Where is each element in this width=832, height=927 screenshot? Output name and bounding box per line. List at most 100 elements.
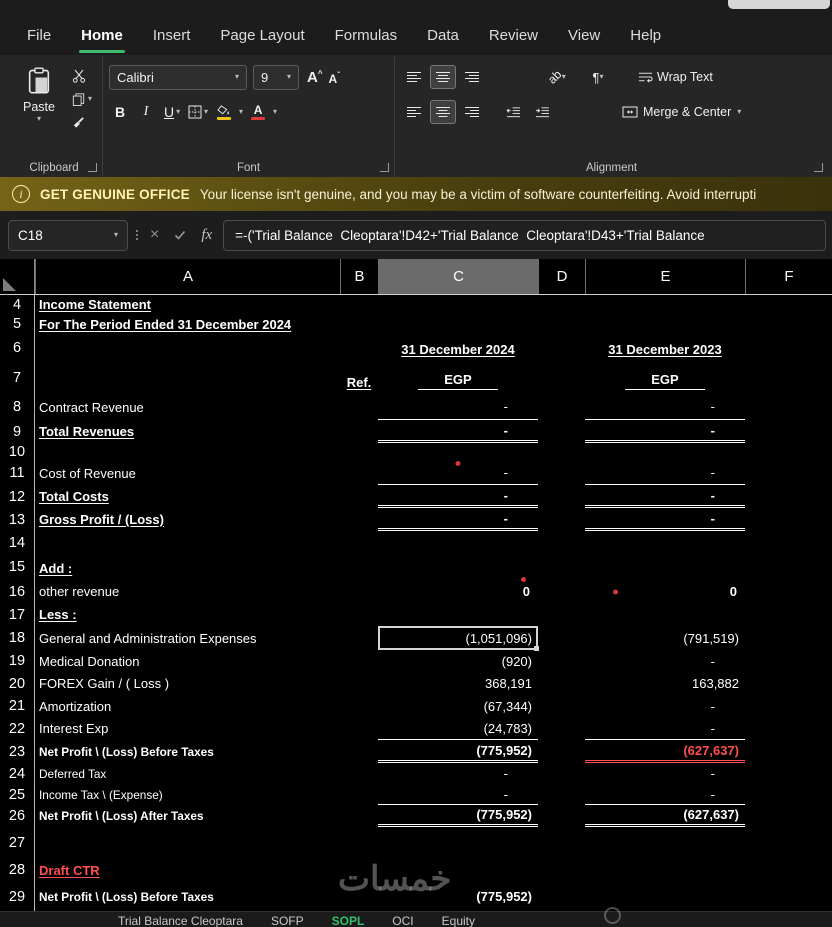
cell-E10[interactable] (585, 443, 745, 461)
cell-C14[interactable] (378, 531, 538, 554)
borders-button[interactable]: ▾ (187, 99, 209, 125)
cell-D8[interactable] (538, 394, 585, 420)
cell-E22[interactable]: - (585, 717, 745, 740)
cell-B28[interactable] (340, 858, 378, 882)
font-color-button[interactable]: A (247, 99, 269, 125)
column-header-c[interactable]: C (378, 259, 538, 294)
cell-E7[interactable]: EGP (585, 361, 745, 394)
cell-E5[interactable] (585, 314, 745, 334)
cell-D28[interactable] (538, 858, 585, 882)
cell-F26[interactable] (745, 805, 832, 827)
cell-B22[interactable] (340, 717, 378, 740)
cell-A20[interactable]: FOREX Gain / ( Loss ) (35, 672, 340, 695)
row-header-29[interactable]: 29 (0, 882, 35, 911)
cell-E19[interactable]: - (585, 650, 745, 672)
cell-D20[interactable] (538, 672, 585, 695)
cell-E15[interactable] (585, 554, 745, 580)
cell-C15[interactable] (378, 554, 538, 580)
cell-A9[interactable]: Total Revenues (35, 420, 340, 443)
cell-D9[interactable] (538, 420, 585, 443)
row-header-9[interactable]: 9 (0, 420, 35, 443)
cell-A18[interactable]: General and Administration Expenses (35, 626, 340, 650)
row-header-11[interactable]: 11 (0, 461, 35, 485)
cell-F10[interactable] (745, 443, 832, 461)
cell-F13[interactable] (745, 508, 832, 531)
sheet-tab-trial-balance-cleoptara[interactable]: Trial Balance Cleoptara (104, 912, 257, 927)
menu-tab-home[interactable]: Home (66, 22, 138, 53)
row-header-18[interactable]: 18 (0, 626, 35, 650)
cell-F21[interactable] (745, 695, 832, 717)
increase-font-size-button[interactable]: A^ (307, 69, 323, 86)
cell-B23[interactable] (340, 740, 378, 763)
clipboard-dialog-launcher-icon[interactable] (88, 163, 98, 172)
align-left-button[interactable] (401, 100, 427, 124)
decrease-indent-button[interactable] (500, 100, 526, 124)
cell-F28[interactable] (745, 858, 832, 882)
cell-A8[interactable]: Contract Revenue (35, 394, 340, 420)
cell-A6[interactable] (35, 334, 340, 361)
cell-D24[interactable] (538, 763, 585, 784)
cell-D23[interactable] (538, 740, 585, 763)
cell-C8[interactable]: - (378, 394, 538, 420)
cell-D17[interactable] (538, 603, 585, 626)
row-header-7[interactable]: 7 (0, 361, 35, 394)
confirm-entry-button[interactable] (170, 229, 190, 241)
cell-C7[interactable]: EGP (378, 361, 538, 394)
cell-E28[interactable] (585, 858, 745, 882)
cell-D5[interactable] (538, 314, 585, 334)
cell-B7[interactable]: Ref. (340, 361, 378, 394)
sheet-tab-sofp[interactable]: SOFP (257, 912, 318, 927)
cell-F14[interactable] (745, 531, 832, 554)
row-header-17[interactable]: 17 (0, 603, 35, 626)
row-header-25[interactable]: 25 (0, 784, 35, 805)
sheet-tab-equity[interactable]: Equity (428, 912, 489, 927)
cell-C12[interactable]: - (378, 485, 538, 508)
increase-indent-button[interactable] (529, 100, 555, 124)
cell-E6[interactable]: 31 December 2023 (585, 334, 745, 361)
cell-C19[interactable]: (920) (378, 650, 538, 672)
cell-D18[interactable] (538, 626, 585, 650)
menu-tab-view[interactable]: View (553, 22, 615, 49)
font-name-combo[interactable]: Calibri ▾ (109, 64, 248, 90)
cell-A21[interactable]: Amortization (35, 695, 340, 717)
cell-B18[interactable] (340, 626, 378, 650)
cell-B6[interactable] (340, 334, 378, 361)
cell-B14[interactable] (340, 531, 378, 554)
cell-D12[interactable] (538, 485, 585, 508)
fill-color-button[interactable] (213, 99, 235, 125)
cell-D25[interactable] (538, 784, 585, 805)
row-header-21[interactable]: 21 (0, 695, 35, 717)
cell-A24[interactable]: Deferred Tax (35, 763, 340, 784)
cell-D21[interactable] (538, 695, 585, 717)
cell-B26[interactable] (340, 805, 378, 827)
align-center-button[interactable] (430, 100, 457, 124)
menu-tab-formulas[interactable]: Formulas (320, 22, 413, 49)
cell-C16[interactable]: 0 (378, 577, 538, 603)
cell-B21[interactable] (340, 695, 378, 717)
row-header-26[interactable]: 26 (0, 805, 35, 827)
row-header-27[interactable]: 27 (0, 827, 35, 858)
cell-F11[interactable] (745, 461, 832, 485)
cell-E16[interactable]: 0 (585, 580, 745, 603)
bold-button[interactable]: B (109, 99, 131, 125)
cell-D15[interactable] (538, 554, 585, 580)
row-header-5[interactable]: 5 (0, 314, 35, 334)
cell-A7[interactable] (35, 361, 340, 394)
cell-C21[interactable]: (67,344) (378, 695, 538, 717)
row-header-19[interactable]: 19 (0, 650, 35, 672)
cell-D11[interactable] (538, 461, 585, 485)
cell-E24[interactable]: - (585, 763, 745, 784)
cell-F22[interactable] (745, 717, 832, 740)
cell-F6[interactable] (745, 334, 832, 361)
cell-D16[interactable] (538, 580, 585, 603)
cut-button[interactable] (72, 69, 92, 83)
menu-tab-help[interactable]: Help (615, 22, 676, 49)
orientation-button[interactable]: ab ▾ (544, 65, 570, 89)
cell-A19[interactable]: Medical Donation (35, 650, 340, 672)
row-header-16[interactable]: 16 (0, 580, 35, 603)
cell-D13[interactable] (538, 508, 585, 531)
cell-D14[interactable] (538, 531, 585, 554)
text-direction-button[interactable]: ¶ ▾ (585, 65, 611, 89)
cell-B29[interactable] (340, 882, 378, 911)
format-painter-button[interactable] (72, 115, 92, 129)
